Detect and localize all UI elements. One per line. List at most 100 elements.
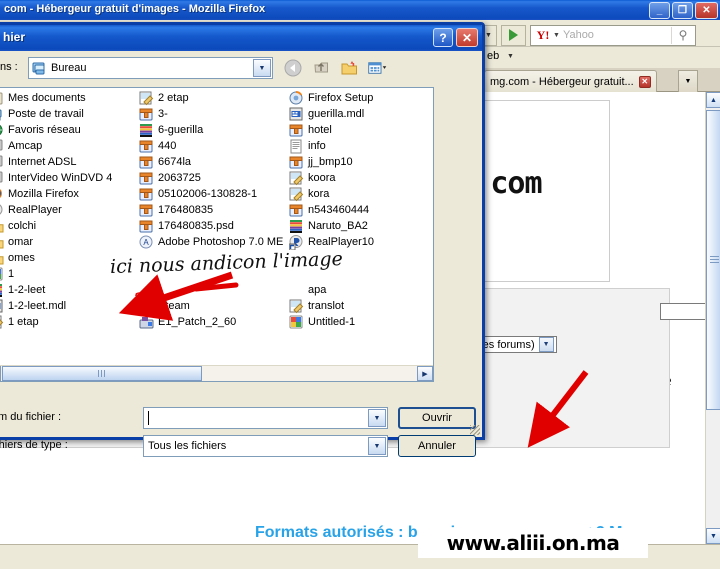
file-list-item[interactable]: 1-2-leet.mdl	[0, 298, 137, 314]
chevron-down-icon[interactable]: ▼	[368, 409, 386, 427]
file-list-item[interactable]: Internet ADSL	[0, 154, 137, 170]
back-icon[interactable]	[283, 58, 304, 78]
file-list-item[interactable]: Mozilla Firefox	[0, 186, 137, 202]
file-list[interactable]: Mes documents Poste de travail Favoris rés…	[0, 87, 434, 382]
file-list-item[interactable]: koora	[287, 170, 433, 186]
dialog-close-button[interactable]: ✕	[456, 28, 478, 47]
chevron-down-icon[interactable]: ▼	[538, 337, 554, 352]
books-icon	[289, 219, 304, 234]
go-arrow-icon	[509, 29, 518, 41]
text-file-icon	[289, 139, 304, 154]
file-list-item[interactable]: Poste de travail	[0, 106, 137, 122]
scroll-right-icon[interactable]: ▶	[417, 366, 433, 381]
file-list-item[interactable]: 2063725	[137, 170, 287, 186]
filename-input[interactable]: ▼	[143, 407, 388, 429]
scrollbar-thumb[interactable]	[706, 110, 720, 410]
file-list-item[interactable]: apa	[287, 282, 433, 298]
file-list-item[interactable]: E1_Patch_2_60	[137, 314, 287, 330]
page-scrollbar[interactable]: ▲ ▼	[705, 92, 720, 544]
folder-icon	[0, 219, 4, 234]
chevron-down-icon[interactable]: ▼	[553, 32, 560, 39]
tab-list-button[interactable]: ▼	[678, 70, 698, 92]
file-list-item[interactable]: 1 etap	[0, 314, 137, 330]
file-upload-row: Parcourir...	[660, 302, 706, 320]
file-list-item[interactable]: Amcap	[0, 138, 137, 154]
help-button[interactable]: ?	[433, 28, 453, 47]
folder-icon	[0, 251, 4, 266]
file-list-item[interactable]: omar	[0, 234, 137, 250]
desktop-icon	[32, 61, 47, 76]
bookmark-item[interactable]: eb	[487, 50, 499, 62]
file-list-item[interactable]: RealPlayer10	[287, 234, 433, 250]
archive-icon	[289, 203, 304, 218]
new-folder-icon[interactable]	[339, 58, 360, 78]
file-list-item[interactable]: A Adobe Photoshop 7.0 ME	[137, 234, 287, 250]
archive-icon	[139, 139, 154, 154]
look-in-combobox[interactable]: Bureau ▼	[28, 57, 273, 79]
file-list-item-label: Untitled-1	[308, 316, 356, 328]
file-list-item-label: 176480835	[158, 204, 214, 216]
file-list-item[interactable]: Firefox Setup	[287, 90, 433, 106]
chevron-down-icon[interactable]: ▼	[253, 59, 271, 77]
navigation-controls: ▼ Y! ▼ Yahoo ⚲	[480, 24, 696, 46]
views-icon[interactable]	[367, 58, 388, 78]
file-list-item[interactable]: Steam	[137, 298, 287, 314]
open-button[interactable]: Ouvrir	[398, 407, 476, 429]
minimize-button[interactable]: _	[649, 2, 670, 19]
file-list-item[interactable]: 2 etap	[137, 90, 287, 106]
resize-grip[interactable]	[470, 425, 480, 435]
file-list-item[interactable]: RealPlayer	[0, 202, 137, 218]
file-list-item[interactable]: 440	[137, 138, 287, 154]
file-list-item[interactable]: kora	[287, 186, 433, 202]
close-icon[interactable]: ✕	[638, 75, 651, 88]
chevron-down-icon[interactable]: ▼	[507, 53, 514, 60]
file-list-item[interactable]: 3-	[137, 106, 287, 122]
file-list-item-label: 2 etap	[158, 92, 189, 104]
file-list-item[interactable]: Naruto_BA2	[287, 218, 433, 234]
paint-file-icon	[0, 315, 4, 330]
maximize-button[interactable]: ❐	[672, 2, 693, 19]
scroll-down-icon[interactable]: ▼	[706, 528, 720, 544]
file-list-item[interactable]: translot	[287, 298, 433, 314]
file-list-item[interactable]: 05102006-130828-1	[137, 186, 287, 202]
file-list-item[interactable]	[137, 282, 287, 298]
file-list-item[interactable]: 1-2-leet	[0, 282, 137, 298]
tab-hebergeur[interactable]: mg.com - Hébergeur gratuit... ✕	[484, 70, 657, 92]
search-icon[interactable]: ⚲	[671, 26, 694, 44]
file-list-item[interactable]: 6-guerilla	[137, 122, 287, 138]
file-list-item[interactable]: info	[287, 138, 433, 154]
file-list-item[interactable]: jj_bmp10	[287, 154, 433, 170]
close-button[interactable]: ✕	[695, 2, 718, 19]
file-list-item[interactable]: Mes documents	[0, 90, 137, 106]
dialog-title: hier	[3, 30, 26, 44]
file-list-item[interactable]: 6674la	[137, 154, 287, 170]
hscroll-track[interactable]	[1, 366, 417, 381]
search-input[interactable]: Y! ▼ Yahoo ⚲	[530, 24, 696, 46]
file-list-item[interactable]: n543460444	[287, 202, 433, 218]
file-list-item[interactable]: InterVideo WinDVD 4	[0, 170, 137, 186]
file-list-item-label: kora	[308, 188, 330, 200]
file-list-item[interactable]: 176480835	[137, 202, 287, 218]
image-file-icon	[0, 267, 4, 282]
photoshop-icon: A	[139, 235, 154, 250]
file-list-item-label: 1	[8, 268, 15, 280]
chevron-down-icon[interactable]: ▼	[368, 437, 386, 455]
file-list-item[interactable]: colchi	[0, 218, 137, 234]
file-list-item[interactable]: hotel	[287, 122, 433, 138]
cancel-button[interactable]: Annuler	[398, 435, 476, 457]
file-list-item-label: Internet ADSL	[8, 156, 77, 168]
go-button[interactable]	[501, 24, 526, 46]
file-list-item[interactable]: Untitled-1	[287, 314, 433, 330]
scroll-up-icon[interactable]: ▲	[706, 92, 720, 108]
file-list-item-label: Favoris réseau	[8, 124, 81, 136]
filetype-select[interactable]: Tous les fichiers ▼	[143, 435, 388, 457]
file-path-input[interactable]	[660, 302, 706, 320]
file-list-hscrollbar[interactable]: ◀ ▶	[0, 365, 433, 381]
file-list-item[interactable]: guerilla.mdl	[287, 106, 433, 122]
yahoo-icon[interactable]: Y!	[531, 25, 555, 45]
file-list-item[interactable]: Favoris réseau	[0, 122, 137, 138]
file-list-item[interactable]: 176480835.psd	[137, 218, 287, 234]
up-folder-icon[interactable]	[311, 58, 332, 78]
hscroll-thumb[interactable]	[2, 366, 202, 381]
step-1-label: 1	[542, 420, 553, 440]
